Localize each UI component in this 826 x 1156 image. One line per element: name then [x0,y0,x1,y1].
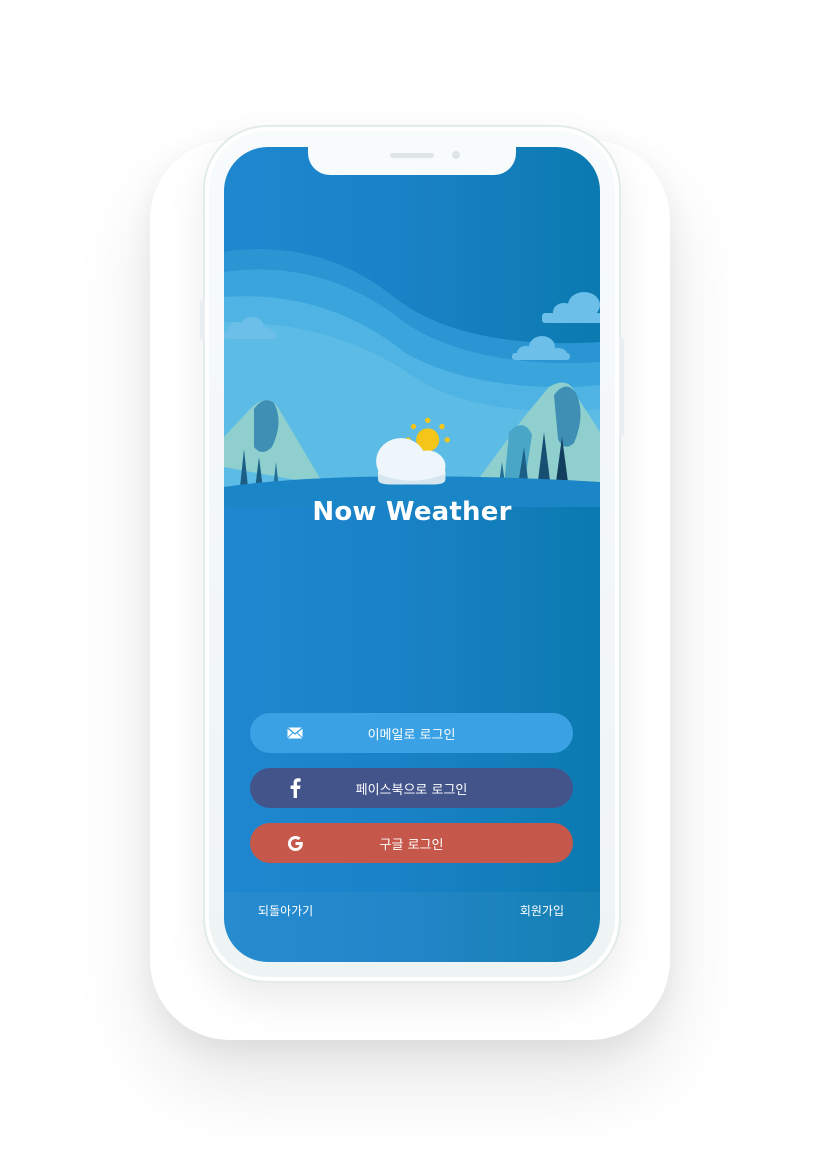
app-screen: Now Weather 이메일로 로그인 페이스북으로 로그인 구글 로그인 되… [224,147,600,962]
app-title: Now Weather [312,497,512,527]
facebook-login-button[interactable]: 페이스북으로 로그인 [250,768,573,808]
side-button [200,300,205,340]
facebook-icon [284,777,306,799]
stage: Now Weather 이메일로 로그인 페이스북으로 로그인 구글 로그인 되… [0,0,826,1156]
phone-notch [308,147,516,175]
front-camera [452,151,460,159]
google-login-label: 구글 로그인 [379,837,444,853]
footer-bar: 되돌아가기 회원가입 [224,892,600,962]
back-link[interactable]: 되돌아가기 [258,902,313,919]
sun-cloud-icon [376,417,450,485]
email-login-button[interactable]: 이메일로 로그인 [250,713,573,753]
google-icon [284,832,306,854]
facebook-login-label: 페이스북으로 로그인 [355,782,468,798]
speaker-grille [390,153,434,158]
email-login-label: 이메일로 로그인 [367,727,456,743]
envelope-icon [284,722,306,744]
signup-link[interactable]: 회원가입 [520,902,564,919]
side-button [619,338,624,436]
google-login-button[interactable]: 구글 로그인 [250,823,573,863]
